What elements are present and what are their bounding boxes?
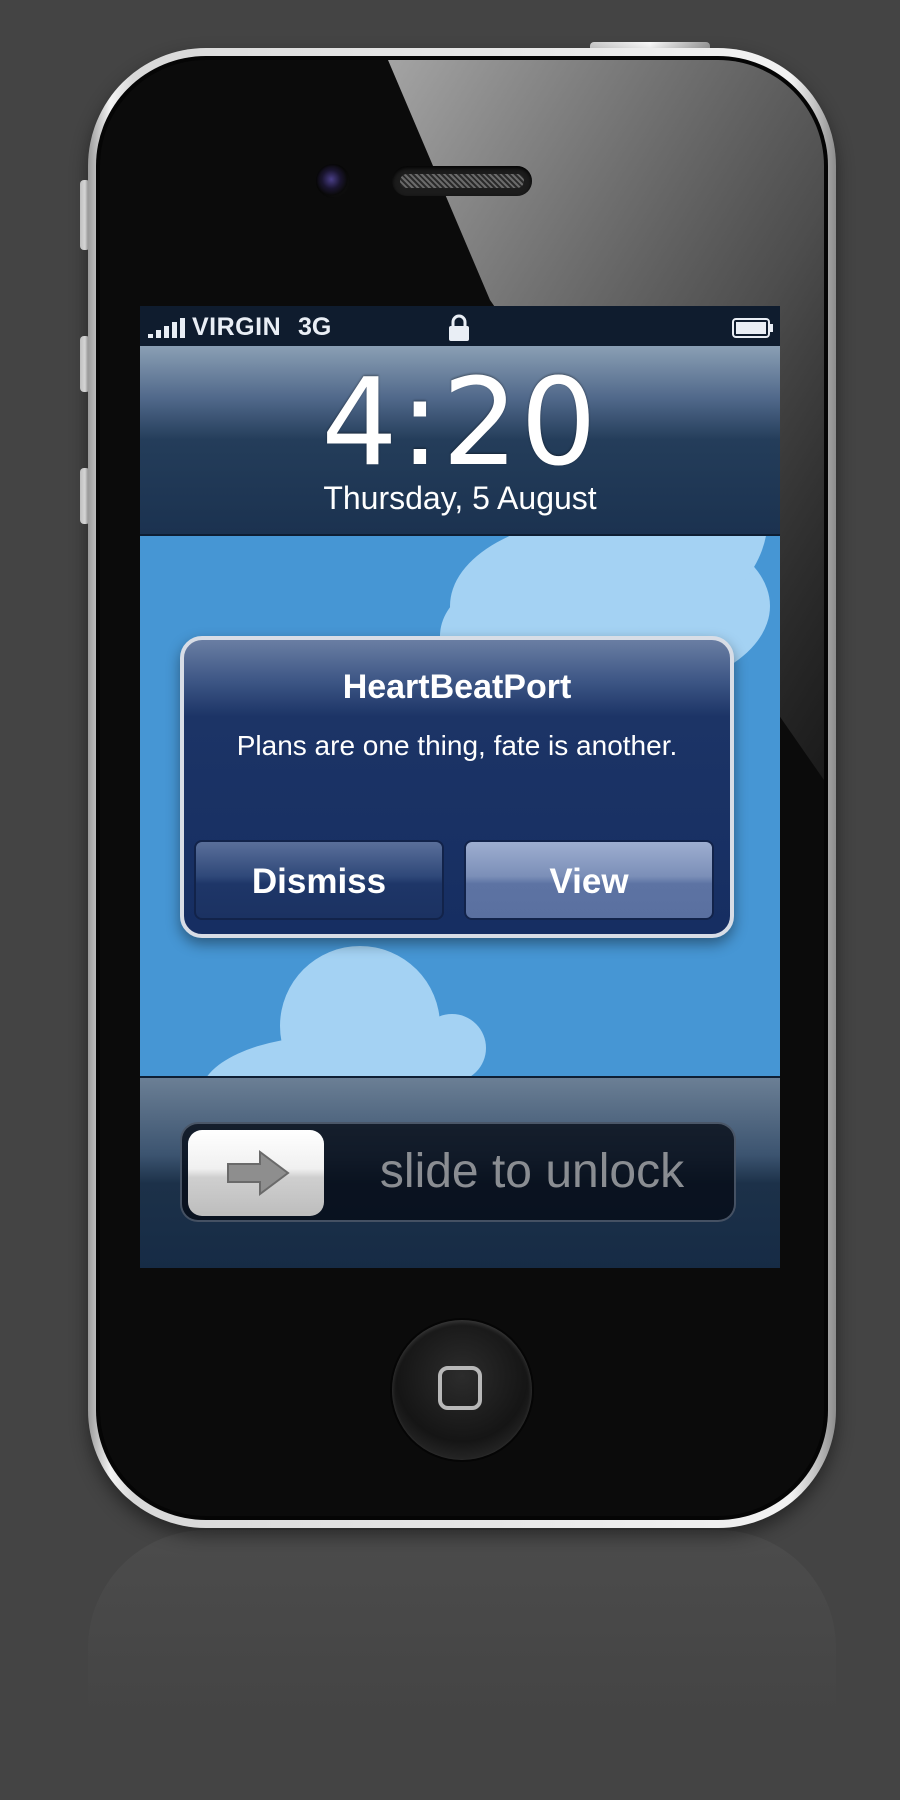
lock-screen: VIRGIN 3G 4:20 Thursday, 5 August HeartB… <box>140 306 780 1268</box>
alert-title: HeartBeatPort <box>342 668 572 706</box>
arrow-right-icon <box>227 1150 290 1196</box>
alert-message: Plans are one thing, fate is another. <box>236 730 678 761</box>
notification-alert: HeartBeatPort Plans are one thing, fate … <box>180 636 734 938</box>
clock-panel: 4:20 Thursday, 5 August <box>140 346 780 536</box>
network-type: 3G <box>298 313 332 341</box>
status-bar: VIRGIN 3G <box>140 306 780 346</box>
slide-to-unlock-text: slide to unlock <box>332 1124 732 1220</box>
unlock-slider-knob[interactable] <box>188 1130 324 1216</box>
slide-to-label: slide to <box>379 1145 532 1198</box>
front-camera <box>316 164 350 198</box>
lock-date: Thursday, 5 August <box>323 480 597 516</box>
earpiece-speaker <box>392 166 532 196</box>
signal-bars-icon <box>148 318 185 338</box>
device-stage: VIRGIN 3G 4:20 Thursday, 5 August HeartB… <box>0 0 900 1800</box>
unlock-label: unlock <box>545 1145 685 1198</box>
dismiss-button[interactable]: Dismiss <box>194 840 444 920</box>
view-button[interactable]: View <box>464 840 714 920</box>
home-button-icon <box>438 1366 482 1410</box>
lock-time: 4:20 <box>321 354 599 493</box>
battery-icon <box>732 318 773 338</box>
carrier-name: VIRGIN <box>192 313 282 341</box>
padlock-icon <box>449 314 469 341</box>
unlock-panel: slide to unlock <box>140 1076 780 1268</box>
unlock-slider-track[interactable]: slide to unlock <box>180 1122 736 1222</box>
home-button[interactable] <box>392 1320 532 1460</box>
device-reflection <box>88 1530 836 1800</box>
